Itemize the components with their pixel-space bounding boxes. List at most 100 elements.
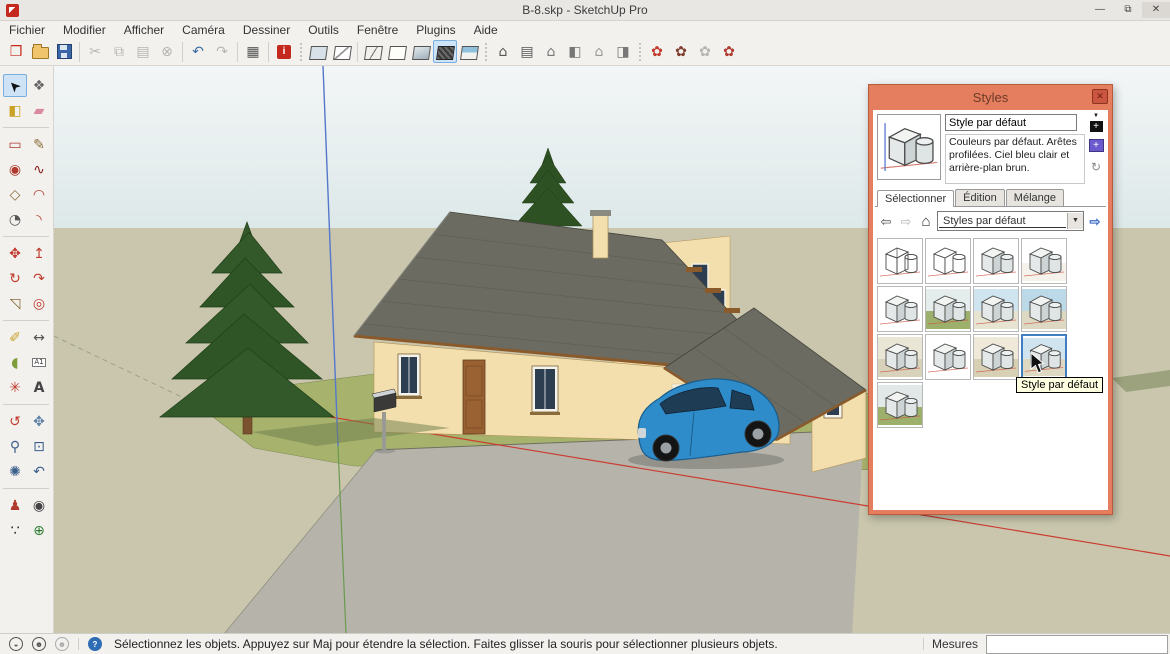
- copy-button[interactable]: ⧉: [107, 40, 131, 63]
- new-button[interactable]: ❒: [4, 40, 28, 63]
- minimize-button[interactable]: —: [1086, 2, 1114, 18]
- erase-button[interactable]: ⊗: [155, 40, 179, 63]
- style-thumbnail-sky-blue-ground[interactable]: [1021, 286, 1067, 332]
- follow-me-tool[interactable]: ↷: [27, 267, 51, 290]
- orbit-tool[interactable]: ↺: [3, 410, 27, 433]
- nav-home-button[interactable]: ⌂: [917, 212, 935, 230]
- model-info-button[interactable]: i: [272, 40, 296, 63]
- move-tool[interactable]: ✥: [3, 242, 27, 265]
- menu-item-dessiner[interactable]: Dessiner: [234, 23, 299, 37]
- claim-credit-icon[interactable]: ☻: [32, 637, 46, 651]
- paint-bucket-tool[interactable]: ◧: [3, 99, 27, 122]
- hidden-line-button[interactable]: [385, 40, 409, 63]
- chimney[interactable]: [593, 214, 608, 258]
- zoom-window-tool[interactable]: ⊡: [27, 435, 51, 458]
- menu-item-afficher[interactable]: Afficher: [115, 23, 173, 37]
- styles-collection-dropdown[interactable]: Styles par défaut ▼: [937, 211, 1084, 231]
- house-window-1[interactable]: [396, 354, 422, 399]
- protractor-tool[interactable]: ◖: [3, 351, 27, 374]
- zoom-extents-tool[interactable]: ✺: [3, 460, 27, 483]
- tape-measure-tool[interactable]: ✐: [3, 326, 27, 349]
- zoom-tool[interactable]: ⚲: [3, 435, 27, 458]
- select-tool[interactable]: ➤: [3, 74, 27, 97]
- close-button[interactable]: ✕: [1142, 2, 1170, 18]
- house-window-2[interactable]: [530, 366, 560, 415]
- view-right-button[interactable]: ◧: [563, 40, 587, 63]
- redo-button[interactable]: ↷: [210, 40, 234, 63]
- view-iso-button[interactable]: ⌂: [491, 40, 515, 63]
- push-pull-tool[interactable]: ↥: [27, 242, 51, 265]
- style-thumbnail-white-simple[interactable]: [925, 334, 971, 380]
- style-thumbnail-green-ground[interactable]: [925, 286, 971, 332]
- paste-button[interactable]: ▤: [131, 40, 155, 63]
- look-around-tool[interactable]: ◉: [27, 494, 51, 517]
- style-name-input[interactable]: [945, 114, 1077, 131]
- pie-tool[interactable]: ◔: [3, 208, 27, 231]
- menu-item-modifier[interactable]: Modifier: [54, 23, 115, 37]
- toggle-terrain-button[interactable]: ✿: [669, 40, 693, 63]
- dropdown-arrow-icon[interactable]: ▼: [1067, 213, 1083, 229]
- save-button[interactable]: [52, 40, 76, 63]
- freehand-tool[interactable]: ∿: [27, 158, 51, 181]
- nav-forward-button[interactable]: ⇨: [897, 212, 915, 230]
- shaded-button[interactable]: [409, 40, 433, 63]
- styles-panel-header[interactable]: Styles ✕: [869, 85, 1112, 109]
- add-location-button[interactable]: ✿: [645, 40, 669, 63]
- restore-button[interactable]: ⧉: [1114, 2, 1142, 18]
- circle-tool[interactable]: ◉: [3, 158, 27, 181]
- back-edges-button[interactable]: [330, 40, 354, 63]
- style-thumbnail-hidden-line[interactable]: [925, 238, 971, 284]
- menu-item-fenetre[interactable]: Fenêtre: [348, 23, 407, 37]
- menu-item-plugins[interactable]: Plugins: [407, 23, 464, 37]
- axes-tool[interactable]: ✳: [3, 376, 27, 399]
- text-tool[interactable]: A1: [27, 351, 51, 374]
- menu-item-aide[interactable]: Aide: [465, 23, 507, 37]
- rotate-tool[interactable]: ↻: [3, 267, 27, 290]
- menu-item-fichier[interactable]: Fichier: [0, 23, 54, 37]
- help-icon[interactable]: ?: [88, 637, 102, 651]
- create-style-button[interactable]: ▼+: [1087, 114, 1105, 132]
- style-thumbnail-sky-blue[interactable]: [973, 286, 1019, 332]
- view-left-button[interactable]: ◨: [611, 40, 635, 63]
- tab-melange[interactable]: Mélange: [1006, 189, 1064, 206]
- scale-tool[interactable]: ◹: [3, 292, 27, 315]
- style-description[interactable]: Couleurs par défaut. Arêtes profilées. C…: [945, 134, 1085, 184]
- detail-arrow-button[interactable]: ⇨: [1086, 212, 1104, 230]
- undo-button[interactable]: ↶: [186, 40, 210, 63]
- style-thumbnail-default-white[interactable]: [877, 286, 923, 332]
- menu-item-outils[interactable]: Outils: [299, 23, 348, 37]
- geolocation-status-icon[interactable]: ◒: [9, 637, 23, 651]
- shaded-with-textures-button[interactable]: [433, 40, 457, 63]
- update-style-button[interactable]: ↻: [1087, 158, 1105, 176]
- zoom-previous-tool[interactable]: ↶: [27, 460, 51, 483]
- monochrome-button[interactable]: [457, 40, 481, 63]
- tab-selectionner[interactable]: Sélectionner: [877, 190, 954, 207]
- 3d-text-tool[interactable]: A: [27, 376, 51, 399]
- style-thumbnail-green-field[interactable]: [877, 382, 923, 428]
- open-button[interactable]: [28, 40, 52, 63]
- tab-edition[interactable]: Édition: [955, 189, 1005, 206]
- style-thumbnail-beige[interactable]: [877, 334, 923, 380]
- nav-back-button[interactable]: ⇦: [877, 212, 895, 230]
- style-thumbnail-tan[interactable]: [973, 334, 1019, 380]
- cut-button[interactable]: ✂: [83, 40, 107, 63]
- pan-tool[interactable]: ✥: [27, 410, 51, 433]
- view-front-button[interactable]: ⌂: [539, 40, 563, 63]
- style-thumbnail-wireframe[interactable]: [877, 238, 923, 284]
- offset-tool[interactable]: ◎: [27, 292, 51, 315]
- rectangle-tool[interactable]: ▭: [3, 133, 27, 156]
- section-plane-tool[interactable]: ⊕: [27, 519, 51, 542]
- view-back-button[interactable]: ⌂: [587, 40, 611, 63]
- menu-item-camera[interactable]: Caméra: [173, 23, 234, 37]
- polygon-tool[interactable]: ◇: [3, 183, 27, 206]
- line-tool[interactable]: ✎: [27, 133, 51, 156]
- eraser-tool[interactable]: ▰: [27, 99, 51, 122]
- position-camera-tool[interactable]: ♟: [3, 494, 27, 517]
- preview-google-earth-button[interactable]: ✿: [717, 40, 741, 63]
- arc-2-point-tool[interactable]: ◝: [27, 208, 51, 231]
- styles-panel-close-button[interactable]: ✕: [1092, 89, 1108, 104]
- xray-button[interactable]: [306, 40, 330, 63]
- make-component-tool[interactable]: ❖: [27, 74, 51, 97]
- measurements-input[interactable]: [986, 635, 1168, 654]
- dimension-tool[interactable]: ↔: [27, 326, 51, 349]
